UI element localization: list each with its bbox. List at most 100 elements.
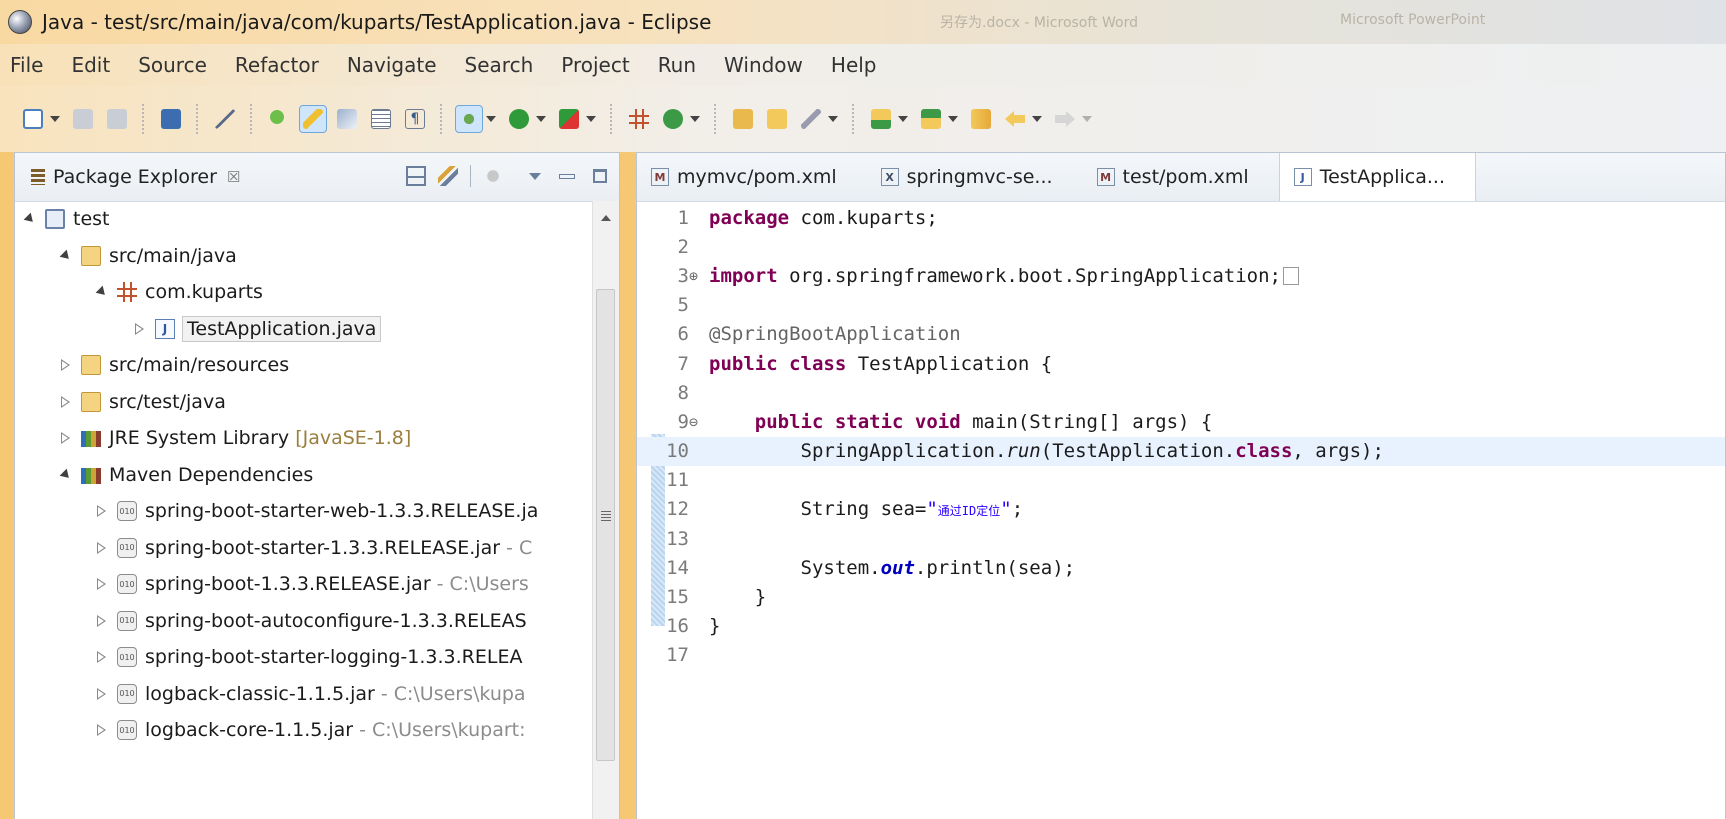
open-type-icon[interactable] [266, 106, 292, 132]
debug-icon[interactable] [455, 105, 483, 133]
toggle-whitespace-icon[interactable] [334, 106, 360, 132]
editor-tab[interactable]: Xspringmvc-se... [867, 153, 1083, 201]
code-line[interactable]: 9 ⊖ public static void main(String[] args… [637, 407, 1725, 436]
open-folder-icon[interactable] [730, 106, 756, 132]
code-line[interactable]: 11 [637, 466, 1725, 495]
focus-on-task-icon[interactable] [483, 166, 503, 186]
minimize-icon[interactable] [559, 173, 575, 179]
external-tools-dropdown-icon[interactable] [586, 116, 596, 122]
run-icon[interactable] [506, 106, 532, 132]
previous-annotation-icon[interactable] [918, 106, 944, 132]
tree-item[interactable]: 010 spring-boot-starter-1.3.3.RELEASE.jar… [15, 530, 593, 567]
collapsed-arrow-icon[interactable] [59, 395, 73, 408]
folded-imports-icon[interactable] [1282, 267, 1299, 286]
scroll-up-icon[interactable] [601, 215, 611, 221]
new-dropdown-icon[interactable] [50, 116, 60, 122]
menu-help[interactable]: Help [831, 53, 877, 77]
collapsed-arrow-icon[interactable] [59, 359, 73, 372]
new-java-package-icon[interactable] [626, 106, 652, 132]
run-dropdown-icon[interactable] [536, 116, 546, 122]
tree-item[interactable]: J TestApplication.java [15, 311, 593, 348]
package-explorer-tab[interactable]: Package Explorer [53, 166, 217, 188]
collapsed-arrow-icon[interactable] [95, 578, 109, 591]
open-console-icon[interactable] [158, 106, 184, 132]
collapse-fold-icon[interactable]: ⊖ [689, 413, 709, 431]
link-with-editor-icon[interactable] [438, 166, 458, 186]
menu-edit[interactable]: Edit [71, 53, 110, 77]
collapsed-arrow-icon[interactable] [95, 687, 109, 700]
tree-item[interactable]: 010 spring-boot-1.3.3.RELEASE.jar - C:\Use… [15, 566, 593, 603]
skip-breakpoints-icon[interactable] [212, 106, 238, 132]
next-annotation-icon[interactable] [868, 106, 894, 132]
code-area[interactable]: 1 package com.kuparts; 2 3 ⊕ import org.sprin… [637, 201, 1725, 819]
code-line[interactable]: 7 public class TestApplication { [637, 349, 1725, 378]
editor-tab[interactable]: Mtest/pom.xml [1083, 153, 1279, 201]
save-icon[interactable] [70, 106, 96, 132]
expanded-arrow-icon[interactable] [23, 212, 37, 226]
back-dropdown-icon[interactable] [1032, 116, 1042, 122]
tree-item[interactable]: JRE System Library [JavaSE-1.8] [15, 420, 593, 457]
tree-item[interactable]: 010 logback-classic-1.1.5.jar - C:\Users\k… [15, 676, 593, 713]
save-all-icon[interactable] [104, 106, 130, 132]
tree-item[interactable]: 010 logback-core-1.1.5.jar - C:\Users\kupa… [15, 712, 593, 749]
paragraph-icon[interactable]: ¶ [402, 106, 428, 132]
forward-icon[interactable] [1052, 106, 1078, 132]
tree-item[interactable]: 010 spring-boot-starter-web-1.3.3.RELEASE… [15, 493, 593, 530]
code-line[interactable]: 3 ⊕ import org.springframework.boot.Spring… [637, 261, 1725, 290]
next-annotation-dropdown-icon[interactable] [898, 116, 908, 122]
close-view-icon[interactable]: ☒ [227, 168, 240, 186]
new-class-dropdown-icon[interactable] [690, 116, 700, 122]
explorer-scrollbar[interactable] [592, 201, 619, 819]
expand-fold-icon[interactable]: ⊕ [689, 267, 709, 285]
code-line[interactable]: 13 [637, 524, 1725, 553]
code-line[interactable]: 17 [637, 641, 1725, 670]
tree-item[interactable]: src/main/resources [15, 347, 593, 384]
menu-run[interactable]: Run [658, 53, 696, 77]
previous-annotation-dropdown-icon[interactable] [948, 116, 958, 122]
code-line[interactable]: 1 package com.kuparts; [637, 203, 1725, 232]
tree-item[interactable]: src/main/java [15, 238, 593, 275]
mark-occurrences-icon[interactable] [299, 105, 327, 133]
collapsed-arrow-icon[interactable] [95, 541, 109, 554]
editor-tab[interactable]: Mmymvc/pom.xml [637, 153, 867, 201]
expanded-arrow-icon[interactable] [59, 249, 73, 263]
code-line[interactable]: 16} [637, 612, 1725, 641]
pen-dropdown-icon[interactable] [828, 116, 838, 122]
collapsed-arrow-icon[interactable] [59, 432, 73, 445]
menu-window[interactable]: Window [724, 53, 803, 77]
external-tools-icon[interactable] [556, 106, 582, 132]
show-whitespace-icon[interactable] [368, 106, 394, 132]
open-task-icon[interactable] [764, 106, 790, 132]
menu-source[interactable]: Source [138, 53, 207, 77]
code-line[interactable]: 15 } [637, 582, 1725, 611]
collapsed-arrow-icon[interactable] [95, 505, 109, 518]
eclipse-app-icon[interactable] [8, 10, 32, 34]
collapsed-arrow-icon[interactable] [133, 322, 147, 335]
expanded-arrow-icon[interactable] [95, 285, 109, 299]
code-line[interactable]: 5 [637, 291, 1725, 320]
view-menu-icon[interactable] [529, 172, 541, 180]
collapse-all-icon[interactable] [406, 166, 426, 186]
new-icon[interactable] [20, 106, 46, 132]
collapsed-arrow-icon[interactable] [95, 724, 109, 737]
maximize-icon[interactable] [593, 169, 607, 183]
code-line[interactable]: 8 [637, 378, 1725, 407]
tree-item[interactable]: test [15, 201, 593, 238]
collapsed-arrow-icon[interactable] [95, 614, 109, 627]
code-line[interactable]: 12 String sea="通过ID定位"; [637, 495, 1725, 524]
tree-item[interactable]: src/test/java [15, 384, 593, 421]
code-line[interactable]: 6 @SpringBootApplication [637, 320, 1725, 349]
last-edit-icon[interactable] [968, 106, 994, 132]
menu-project[interactable]: Project [561, 53, 629, 77]
debug-dropdown-icon[interactable] [486, 116, 496, 122]
tree-item[interactable]: Maven Dependencies [15, 457, 593, 494]
code-line[interactable]: 2 [637, 232, 1725, 261]
menu-refactor[interactable]: Refactor [235, 53, 319, 77]
menu-search[interactable]: Search [465, 53, 534, 77]
tree-item[interactable]: 010 spring-boot-autoconfigure-1.3.3.RELEA… [15, 603, 593, 640]
pen-icon[interactable] [798, 106, 824, 132]
collapsed-arrow-icon[interactable] [95, 651, 109, 664]
back-icon[interactable] [1002, 106, 1028, 132]
tree-item[interactable]: com.kuparts [15, 274, 593, 311]
menu-file[interactable]: File [10, 53, 43, 77]
